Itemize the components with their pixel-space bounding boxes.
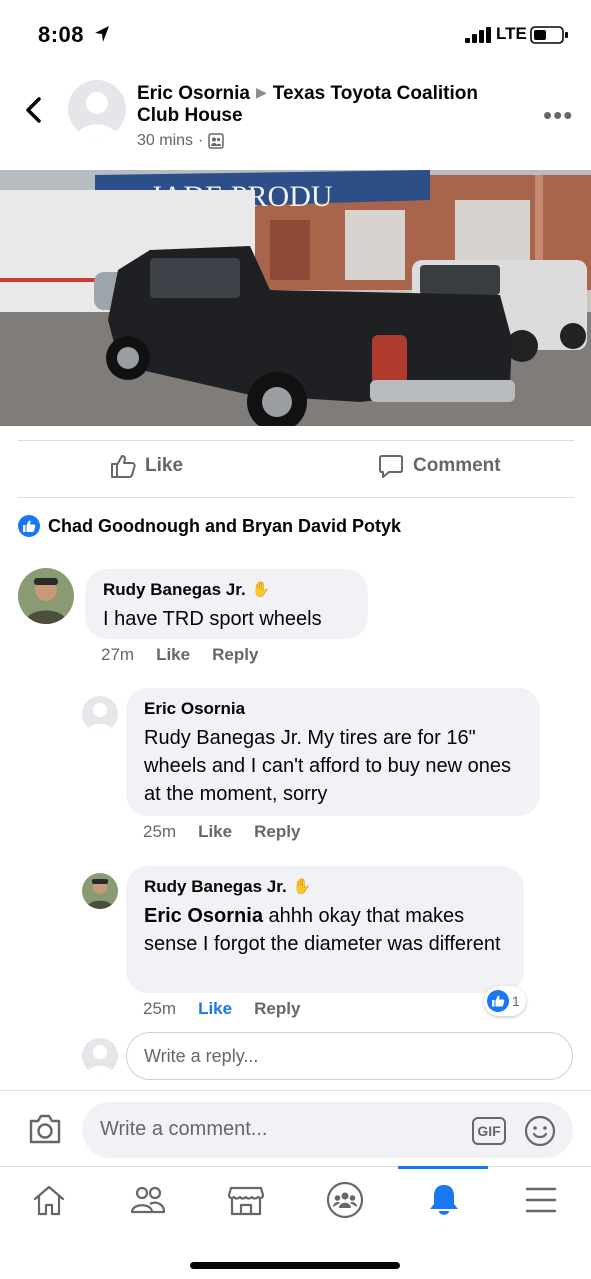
network-label: LTE bbox=[496, 24, 527, 43]
emoji-icon[interactable] bbox=[524, 1115, 556, 1147]
reply-meta: 25m Like Reply bbox=[143, 999, 300, 1019]
reply-avatar[interactable] bbox=[82, 696, 118, 732]
group-name[interactable]: Texas Toyota Coalition bbox=[273, 83, 478, 104]
post-time[interactable]: 30 mins bbox=[137, 132, 193, 150]
divider-top bbox=[18, 440, 574, 441]
mention-tag[interactable]: Eric Osornia bbox=[144, 905, 263, 927]
status-time: 8:08 bbox=[38, 22, 85, 47]
post-header-title: Eric Osornia ▶ Texas Toyota Coalition bbox=[137, 80, 527, 106]
back-arrow-icon[interactable] bbox=[22, 95, 46, 125]
reply-like-button[interactable]: Like bbox=[198, 999, 232, 1019]
reply-text: Eric Osornia ahhh okay that makes sense … bbox=[144, 902, 506, 958]
reply-bubble[interactable]: Rudy Banegas Jr. ✋ Eric Osornia ahhh okay… bbox=[126, 866, 524, 993]
caret-right-icon: ▶ bbox=[256, 84, 267, 100]
reply-reply-button[interactable]: Reply bbox=[254, 999, 300, 1019]
reply-reaction-badge[interactable]: 1 bbox=[484, 986, 526, 1016]
comment-text: I have TRD sport wheels bbox=[103, 608, 322, 630]
comment-reply-button[interactable]: Reply bbox=[212, 645, 258, 665]
battery-icon bbox=[530, 26, 568, 44]
composer-divider bbox=[0, 1090, 591, 1091]
reply-time: 25m bbox=[143, 999, 177, 1018]
like-reaction-icon bbox=[487, 990, 509, 1012]
group-audience-icon bbox=[208, 133, 225, 149]
tab-friends[interactable] bbox=[128, 1180, 168, 1220]
location-arrow-icon bbox=[95, 26, 109, 42]
like-button[interactable]: Like bbox=[110, 453, 183, 479]
reply-avatar[interactable] bbox=[82, 873, 118, 909]
reply-author[interactable]: Rudy Banegas Jr. bbox=[144, 876, 287, 898]
comment-author[interactable]: Rudy Banegas Jr. bbox=[103, 579, 246, 601]
home-icon bbox=[33, 1185, 65, 1216]
divider-bottom bbox=[18, 497, 574, 498]
comment-label: Comment bbox=[413, 455, 501, 476]
comment-button[interactable]: Comment bbox=[378, 453, 501, 479]
menu-icon bbox=[525, 1187, 557, 1213]
comment-like-button[interactable]: Like bbox=[156, 645, 190, 665]
reply-time: 25m bbox=[143, 822, 177, 841]
tab-home[interactable] bbox=[29, 1180, 69, 1220]
author-avatar[interactable] bbox=[68, 80, 126, 138]
groups-icon bbox=[326, 1181, 364, 1219]
reaction-count: 1 bbox=[512, 993, 520, 1009]
author-name[interactable]: Eric Osornia bbox=[137, 83, 250, 104]
reply-bubble[interactable]: Eric Osornia Rudy Banegas Jr. My tires a… bbox=[126, 688, 540, 816]
reply-input[interactable]: Write a reply... bbox=[126, 1032, 573, 1080]
thumbs-up-icon bbox=[111, 455, 136, 478]
group-name-line2[interactable]: Club House bbox=[137, 104, 243, 128]
post-meta: 30 mins · bbox=[137, 132, 225, 150]
tab-groups[interactable] bbox=[325, 1180, 365, 1220]
commenter-avatar[interactable] bbox=[18, 568, 74, 624]
reply-meta: 25m Like Reply bbox=[143, 822, 300, 842]
meta-separator: · bbox=[198, 132, 204, 149]
reply-author[interactable]: Eric Osornia bbox=[144, 698, 245, 720]
like-label: Like bbox=[145, 455, 184, 476]
like-reaction-icon bbox=[18, 515, 40, 537]
reply-reply-button[interactable]: Reply bbox=[254, 822, 300, 842]
reactor-names: Chad Goodnough and Bryan David Potyk bbox=[48, 515, 402, 536]
home-indicator bbox=[190, 1262, 400, 1269]
signal-icon bbox=[465, 27, 491, 43]
truck-photo-illustration: JADE PRODU bbox=[0, 170, 591, 426]
tab-notifications[interactable] bbox=[424, 1180, 464, 1220]
comment-time: 27m bbox=[101, 645, 135, 664]
tab-marketplace[interactable] bbox=[226, 1180, 266, 1220]
comment-bubble[interactable]: Rudy Banegas Jr. ✋ I have TRD sport wheel… bbox=[85, 569, 368, 639]
comment-bubble-icon bbox=[379, 455, 403, 478]
wave-icon: ✋ bbox=[251, 581, 271, 598]
tab-menu[interactable] bbox=[521, 1180, 561, 1220]
active-tab-indicator bbox=[398, 1166, 488, 1169]
comment-meta: 27m Like Reply bbox=[101, 645, 258, 665]
marketplace-icon bbox=[227, 1186, 265, 1216]
reactions-summary[interactable]: Chad Goodnough and Bryan David Potyk bbox=[18, 515, 401, 537]
reply-like-button[interactable]: Like bbox=[198, 822, 232, 842]
camera-icon[interactable] bbox=[28, 1113, 62, 1145]
friends-icon bbox=[130, 1186, 166, 1214]
reply-text: Rudy Banegas Jr. My tires are for 16" wh… bbox=[144, 727, 512, 805]
notifications-icon bbox=[430, 1185, 458, 1215]
wave-icon: ✋ bbox=[292, 878, 312, 895]
post-photo[interactable]: JADE PRODU bbox=[0, 170, 591, 426]
current-user-avatar bbox=[82, 1038, 118, 1074]
gif-button[interactable]: GIF bbox=[472, 1117, 506, 1145]
status-bar: 8:08 LTE bbox=[0, 0, 591, 66]
more-options-icon[interactable]: ••• bbox=[543, 100, 573, 131]
